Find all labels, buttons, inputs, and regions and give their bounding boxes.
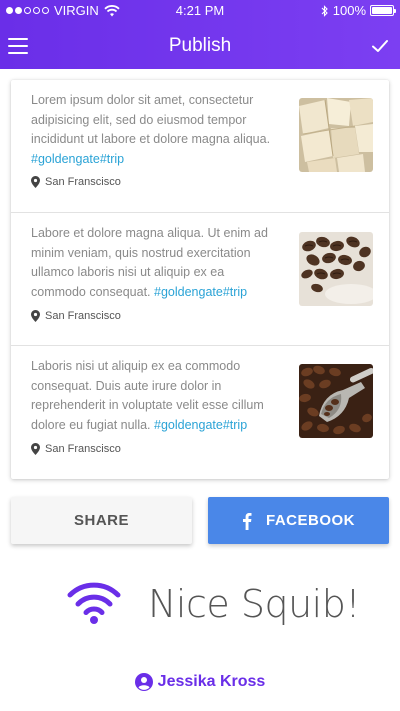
post-thumbnail-coffee-beans[interactable] — [299, 232, 373, 306]
share-button-label: SHARE — [73, 512, 129, 529]
post-hashtag[interactable]: #goldengate#trip — [154, 285, 247, 299]
app-header: VIRGIN 4:21 PM 100% Publish — [0, 0, 400, 69]
post-hashtag[interactable]: #goldengate#trip — [154, 418, 247, 432]
squib-signal-icon — [67, 582, 121, 624]
posts-card: Lorem ipsum dolor sit amet, consectetur … — [11, 80, 389, 479]
user-avatar-icon — [134, 673, 153, 691]
user-name: Jessika Kross — [157, 673, 266, 690]
location-label: San Franscisco — [45, 176, 121, 188]
status-bar: VIRGIN 4:21 PM 100% — [0, 3, 400, 21]
post-body: Lorem ipsum dolor sit amet, consectetur … — [31, 93, 271, 146]
navbar: Publish — [0, 28, 400, 66]
post-location: San Franscisco — [31, 443, 121, 455]
post-item[interactable]: Lorem ipsum dolor sit amet, consectetur … — [11, 80, 389, 213]
success-text: Nice Squib! — [148, 582, 361, 626]
battery-icon — [370, 5, 396, 16]
bluetooth-icon — [321, 4, 328, 17]
post-text: Labore et dolore magna aliqua. Ut enim a… — [31, 224, 281, 302]
location-label: San Franscisco — [45, 310, 121, 322]
post-item[interactable]: Labore et dolore magna aliqua. Ut enim a… — [11, 213, 389, 346]
facebook-icon — [242, 512, 252, 530]
success-message: Nice Squib! — [0, 580, 400, 632]
share-button[interactable]: SHARE — [11, 497, 192, 544]
post-thumbnail-coffee-scoop[interactable] — [299, 364, 373, 438]
post-hashtag[interactable]: #goldengate#trip — [31, 152, 124, 166]
battery-percent: 100% — [332, 3, 366, 18]
post-location: San Franscisco — [31, 176, 121, 188]
user-profile-link[interactable]: Jessika Kross — [0, 673, 400, 691]
post-thumbnail-white-chocolate[interactable] — [299, 98, 373, 172]
post-text: Lorem ipsum dolor sit amet, consectetur … — [31, 91, 281, 169]
post-location: San Franscisco — [31, 310, 121, 322]
location-pin-icon — [31, 310, 40, 322]
facebook-button[interactable]: FACEBOOK — [208, 497, 389, 544]
status-right: 100% — [321, 3, 396, 18]
page-title: Publish — [168, 35, 232, 56]
location-pin-icon — [31, 176, 40, 188]
post-item[interactable]: Laboris nisi ut aliquip ex ea commodo co… — [11, 346, 389, 479]
post-text: Laboris nisi ut aliquip ex ea commodo co… — [31, 357, 281, 435]
location-pin-icon — [31, 443, 40, 455]
location-label: San Franscisco — [45, 443, 121, 455]
facebook-button-label: FACEBOOK — [265, 512, 355, 529]
checkmark-icon[interactable] — [370, 36, 390, 56]
